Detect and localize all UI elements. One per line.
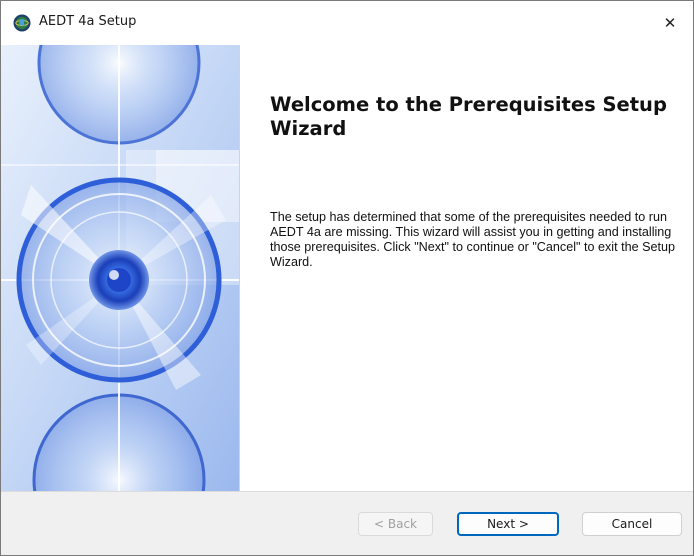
close-icon: ✕ — [663, 14, 677, 32]
wizard-description: The setup has determined that some of th… — [270, 210, 675, 269]
button-bar: < Back Next > Cancel — [1, 491, 693, 555]
cd-disc-banner-image — [1, 45, 240, 491]
wizard-content: Welcome to the Prerequisites Setup Wizar… — [1, 45, 693, 491]
close-button[interactable]: ✕ — [647, 1, 693, 45]
aedt-globe-icon — [13, 14, 31, 32]
back-button[interactable]: < Back — [358, 512, 433, 536]
title-bar[interactable]: AEDT 4a Setup ✕ — [1, 1, 693, 45]
window-title: AEDT 4a Setup — [39, 14, 137, 29]
next-button[interactable]: Next > — [457, 512, 559, 536]
wizard-heading: Welcome to the Prerequisites Setup Wizar… — [270, 93, 667, 140]
cancel-button[interactable]: Cancel — [582, 512, 682, 536]
setup-window: AEDT 4a Setup ✕ Welcome to the Prerequis… — [0, 0, 694, 556]
